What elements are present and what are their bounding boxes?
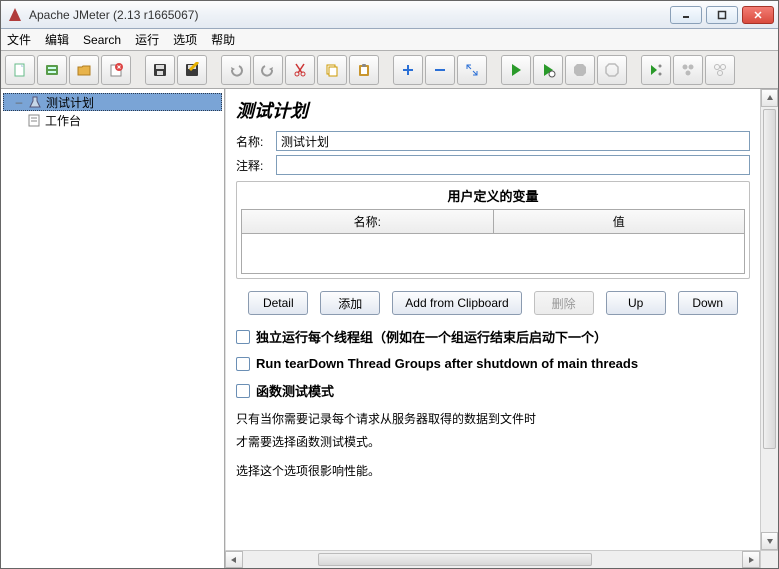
- stop-icon[interactable]: [565, 55, 595, 85]
- expand-toggle-icon[interactable]: [457, 55, 487, 85]
- help-text-3: 选择这个选项很影响性能。: [236, 462, 750, 481]
- comment-label: 注释:: [236, 157, 276, 174]
- toolbar: [1, 51, 778, 89]
- menu-edit[interactable]: 编辑: [45, 31, 69, 48]
- file-open-icon[interactable]: [69, 55, 99, 85]
- run-no-timers-icon[interactable]: [533, 55, 563, 85]
- clipboard-icon: [27, 113, 41, 127]
- titlebar: Apache JMeter (2.13 r1665067): [1, 1, 778, 29]
- vertical-scrollbar[interactable]: [760, 89, 778, 550]
- panel-title: 测试计划: [236, 97, 750, 123]
- detail-button[interactable]: Detail: [248, 291, 308, 315]
- file-new-icon[interactable]: [5, 55, 35, 85]
- scroll-left-icon[interactable]: [225, 551, 243, 568]
- menu-search[interactable]: Search: [83, 33, 121, 47]
- window-title: Apache JMeter (2.13 r1665067): [29, 8, 670, 22]
- remote-stop-icon[interactable]: [673, 55, 703, 85]
- tree-toggle-icon[interactable]: –: [14, 95, 24, 109]
- horizontal-scroll-thumb[interactable]: [318, 553, 592, 566]
- down-button[interactable]: Down: [678, 291, 738, 315]
- serial-threads-label: 独立运行每个线程组（例如在一个组运行结束后启动下一个）: [256, 327, 607, 346]
- undo-icon[interactable]: [221, 55, 251, 85]
- menu-file[interactable]: 文件: [7, 31, 31, 48]
- scroll-up-icon[interactable]: [761, 89, 778, 107]
- file-save-icon[interactable]: [145, 55, 175, 85]
- up-button[interactable]: Up: [606, 291, 666, 315]
- app-icon: [7, 7, 23, 23]
- delete-button: 删除: [534, 291, 594, 315]
- menu-help[interactable]: 帮助: [211, 31, 235, 48]
- user-defined-vars-section: 用户定义的变量 名称: 值: [236, 181, 750, 279]
- content-panel: 测试计划 名称: 注释: 用户定义的变量 名称: 值: [225, 89, 760, 550]
- serial-threads-checkbox[interactable]: [236, 330, 250, 344]
- tree-item-test-plan[interactable]: – 测试计划: [3, 93, 222, 111]
- paste-icon[interactable]: [349, 55, 379, 85]
- cut-icon[interactable]: [285, 55, 315, 85]
- vertical-scroll-thumb[interactable]: [763, 109, 776, 449]
- redo-icon[interactable]: [253, 55, 283, 85]
- scroll-corner: [760, 550, 778, 568]
- tree-item-label: 测试计划: [46, 94, 94, 111]
- scroll-down-icon[interactable]: [761, 532, 778, 550]
- copy-icon[interactable]: [317, 55, 347, 85]
- run-icon[interactable]: [501, 55, 531, 85]
- name-input[interactable]: [276, 131, 750, 151]
- functional-mode-label: 函数测试模式: [256, 381, 334, 400]
- maximize-button[interactable]: [706, 6, 738, 24]
- shutdown-icon[interactable]: [597, 55, 627, 85]
- menu-options[interactable]: 选项: [173, 31, 197, 48]
- flask-icon: [28, 95, 42, 109]
- minus-icon[interactable]: [425, 55, 455, 85]
- add-from-clipboard-button[interactable]: Add from Clipboard: [392, 291, 521, 315]
- minimize-button[interactable]: [670, 6, 702, 24]
- scroll-right-icon[interactable]: [742, 551, 760, 568]
- close-button[interactable]: [742, 6, 774, 24]
- clear-icon[interactable]: [705, 55, 735, 85]
- plus-icon[interactable]: [393, 55, 423, 85]
- tree-item-workbench[interactable]: 工作台: [3, 111, 222, 129]
- menu-run[interactable]: 运行: [135, 31, 159, 48]
- remote-start-icon[interactable]: [641, 55, 671, 85]
- help-text-1: 只有当你需要记录每个请求从服务器取得的数据到文件时: [236, 410, 750, 429]
- help-text-2: 才需要选择函数测试模式。: [236, 433, 750, 452]
- templates-icon[interactable]: [37, 55, 67, 85]
- udv-col-name[interactable]: 名称:: [242, 210, 494, 233]
- tree-panel[interactable]: – 测试计划 工作台: [1, 89, 225, 568]
- tree-item-label: 工作台: [45, 112, 81, 129]
- menubar: 文件 编辑 Search 运行 选项 帮助: [1, 29, 778, 51]
- file-save-as-icon[interactable]: [177, 55, 207, 85]
- horizontal-scrollbar[interactable]: [225, 550, 760, 568]
- add-button[interactable]: 添加: [320, 291, 380, 315]
- udv-table-header: 名称: 值: [241, 209, 745, 234]
- functional-mode-checkbox[interactable]: [236, 384, 250, 398]
- teardown-label: Run tearDown Thread Groups after shutdow…: [256, 356, 638, 371]
- name-label: 名称:: [236, 133, 276, 150]
- udv-col-value[interactable]: 值: [494, 210, 745, 233]
- file-close-icon[interactable]: [101, 55, 131, 85]
- comment-input[interactable]: [276, 155, 750, 175]
- udv-table-body[interactable]: [241, 234, 745, 274]
- teardown-checkbox[interactable]: [236, 357, 250, 371]
- udv-section-title: 用户定义的变量: [241, 186, 745, 205]
